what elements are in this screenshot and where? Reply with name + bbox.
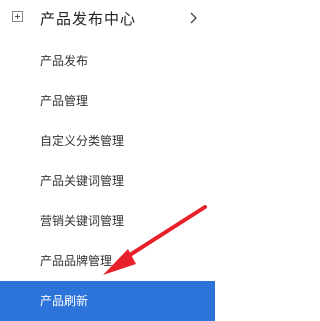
- menu-item-label: 自定义分类管理: [40, 134, 125, 148]
- menu-header-product-publish-center[interactable]: 产品发布中心: [0, 0, 215, 40]
- menu-item-marketing-keyword-management[interactable]: 营销关键词管理: [0, 201, 215, 241]
- menu-item-custom-category-management[interactable]: 自定义分类管理: [0, 121, 215, 161]
- menu-item-product-management[interactable]: 产品管理: [0, 81, 215, 121]
- plus-square-icon[interactable]: [12, 11, 23, 22]
- menu-item-product-brand-management[interactable]: 产品品牌管理: [0, 241, 215, 281]
- side-menu: 产品发布中心 产品发布 产品管理 自定义分类管理 产品关键词管理 营销关键词管理…: [0, 0, 215, 321]
- menu-item-label: 产品关键词管理: [40, 174, 125, 188]
- menu-item-label: 产品刷新: [40, 294, 89, 308]
- chevron-right-icon: [190, 12, 197, 24]
- menu-item-product-publish[interactable]: 产品发布: [0, 41, 215, 81]
- menu-item-label: 产品管理: [40, 94, 89, 108]
- menu-item-product-keyword-management[interactable]: 产品关键词管理: [0, 161, 215, 201]
- menu-item-label: 产品发布: [40, 54, 89, 68]
- menu-item-label: 产品品牌管理: [40, 254, 113, 268]
- menu-item-label: 营销关键词管理: [40, 214, 125, 228]
- menu-item-product-refresh[interactable]: 产品刷新: [0, 281, 215, 321]
- menu-header-title: 产品发布中心: [40, 10, 137, 28]
